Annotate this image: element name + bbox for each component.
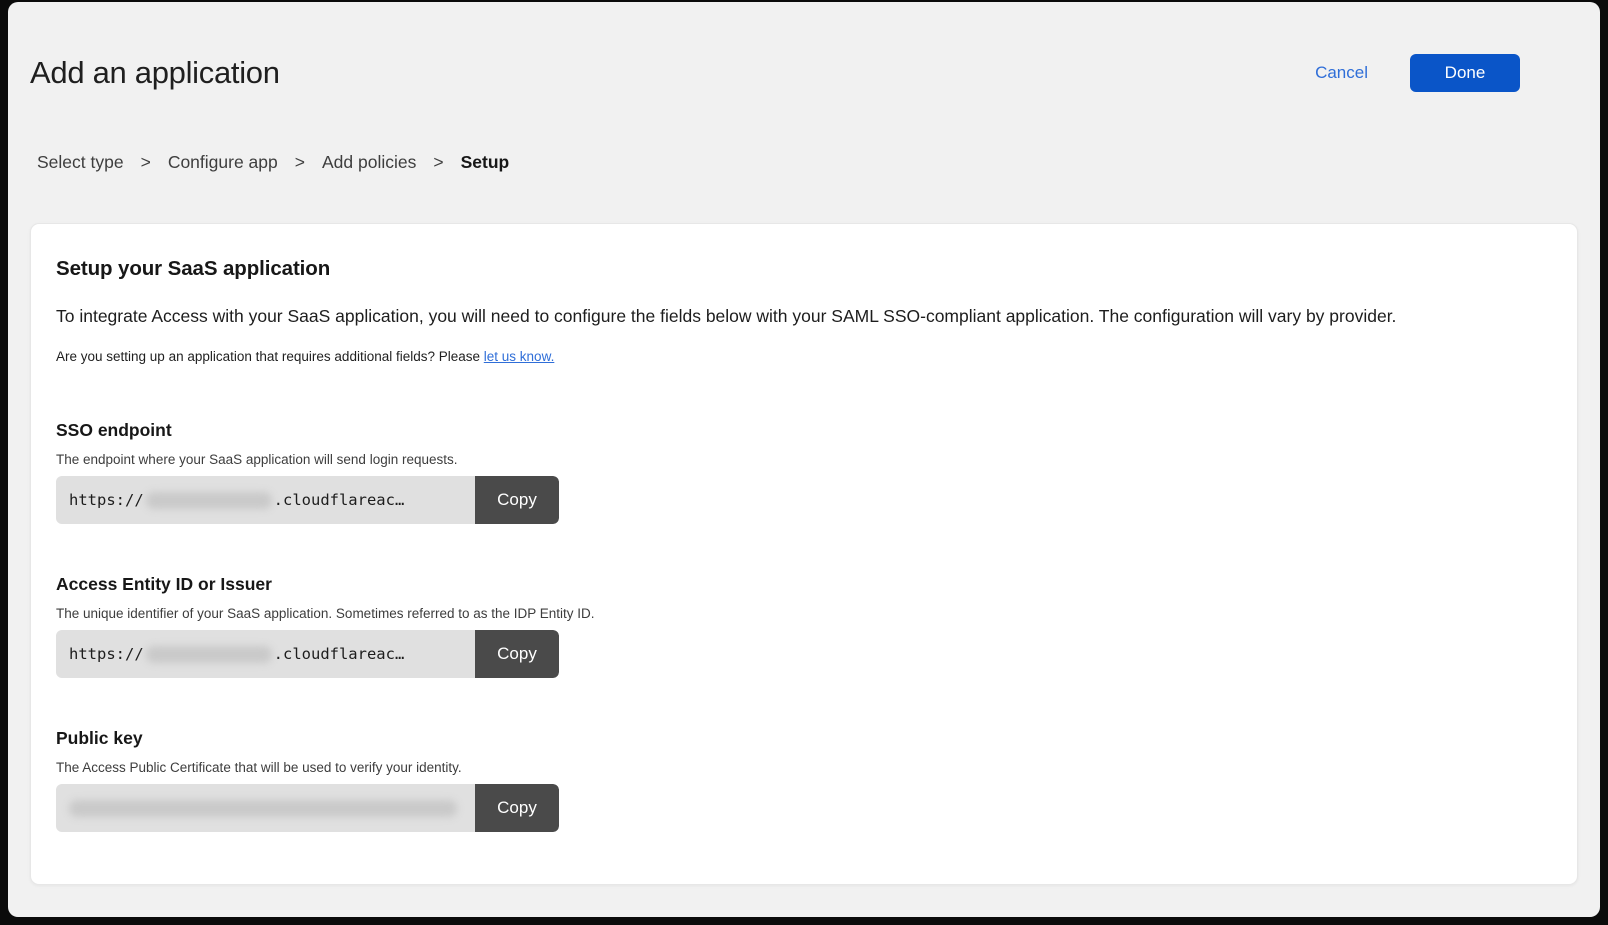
field-label: Access Entity ID or Issuer	[56, 574, 1552, 595]
copy-button[interactable]: Copy	[475, 784, 559, 832]
copy-button[interactable]: Copy	[475, 476, 559, 524]
add-application-page: Add an application Cancel Done Select ty…	[8, 2, 1600, 917]
breadcrumb-item-setup[interactable]: Setup	[461, 152, 510, 173]
setup-card: Setup your SaaS application To integrate…	[30, 223, 1578, 885]
sso-endpoint-copy-field: https:// .cloudflareac… Copy	[56, 476, 559, 524]
field-value	[56, 784, 475, 832]
breadcrumb-item-add-policies[interactable]: Add policies	[322, 152, 416, 173]
breadcrumb-item-select-type[interactable]: Select type	[37, 152, 124, 173]
breadcrumb: Select type > Configure app > Add polici…	[37, 152, 1578, 173]
done-button[interactable]: Done	[1410, 54, 1520, 92]
breadcrumb-separator: >	[141, 152, 151, 173]
field-value: https:// .cloudflareac…	[56, 630, 475, 678]
page-title: Add an application	[30, 54, 280, 92]
breadcrumb-item-configure-app[interactable]: Configure app	[168, 152, 278, 173]
breadcrumb-separator: >	[433, 152, 443, 173]
note-text: Are you setting up an application that r…	[56, 349, 484, 364]
redacted-value	[69, 800, 457, 817]
value-prefix: https://	[69, 645, 144, 663]
redacted-value	[146, 492, 272, 509]
value-suffix: .cloudflareac…	[274, 645, 405, 663]
card-description: To integrate Access with your SaaS appli…	[56, 305, 1552, 327]
additional-fields-note: Are you setting up an application that r…	[56, 349, 1552, 364]
public-key-section: Public key The Access Public Certificate…	[56, 728, 1552, 832]
field-label: SSO endpoint	[56, 420, 1552, 441]
field-description: The unique identifier of your SaaS appli…	[56, 606, 1552, 621]
header-actions: Cancel Done	[1315, 54, 1520, 92]
value-prefix: https://	[69, 491, 144, 509]
field-description: The Access Public Certificate that will …	[56, 760, 1552, 775]
access-entity-id-section: Access Entity ID or Issuer The unique id…	[56, 574, 1552, 678]
redacted-value	[146, 646, 272, 663]
copy-button[interactable]: Copy	[475, 630, 559, 678]
card-heading: Setup your SaaS application	[56, 257, 1552, 281]
let-us-know-link[interactable]: let us know.	[484, 349, 555, 364]
field-description: The endpoint where your SaaS application…	[56, 452, 1552, 467]
value-suffix: .cloudflareac…	[274, 491, 405, 509]
access-entity-id-copy-field: https:// .cloudflareac… Copy	[56, 630, 559, 678]
field-value: https:// .cloudflareac…	[56, 476, 475, 524]
public-key-copy-field: Copy	[56, 784, 559, 832]
sso-endpoint-section: SSO endpoint The endpoint where your Saa…	[56, 420, 1552, 524]
field-label: Public key	[56, 728, 1552, 749]
breadcrumb-separator: >	[295, 152, 305, 173]
cancel-button[interactable]: Cancel	[1315, 63, 1368, 83]
page-header: Add an application Cancel Done	[30, 54, 1578, 92]
